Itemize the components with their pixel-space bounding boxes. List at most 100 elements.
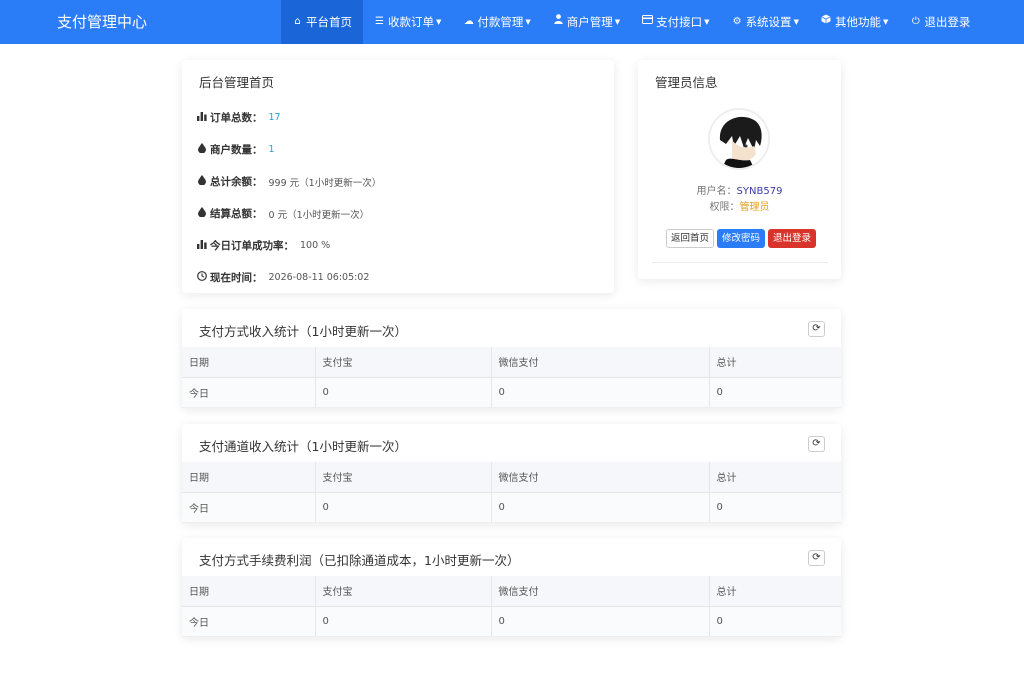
stat-merchant-count: 商户数量： 1 xyxy=(196,142,275,157)
stat-value[interactable]: 1 xyxy=(269,144,275,155)
table-header-row: 日期 支付宝 微信支付 总计 xyxy=(182,347,841,378)
column-header: 支付宝 xyxy=(315,347,492,378)
caret-down-icon: ▼ xyxy=(614,18,621,26)
refresh-icon: ⟳ xyxy=(812,438,821,449)
nav-label: 平台首页 xyxy=(306,15,352,29)
nav-label: 支付接口 xyxy=(656,15,703,29)
payment-method-income-panel: 支付方式收入统计（1小时更新一次） ⟳ 日期 支付宝 微信支付 总计 今日 0 … xyxy=(182,309,841,408)
stat-label: 现在时间： xyxy=(210,272,263,284)
panel-title: 支付通道收入统计（1小时更新一次） xyxy=(199,439,407,454)
stat-label: 总计余额： xyxy=(210,176,263,188)
table-cell: 0 xyxy=(709,492,841,523)
nav-label: 商户管理 xyxy=(566,15,613,29)
caret-down-icon: ▼ xyxy=(793,18,799,26)
nav-label: 系统设置 xyxy=(745,15,792,29)
refresh-button[interactable]: ⟳ xyxy=(808,550,825,566)
table-cell: 0 xyxy=(491,606,710,637)
clock-icon xyxy=(196,271,208,284)
table-cell: 0 xyxy=(315,606,492,637)
avatar xyxy=(708,108,770,170)
column-header: 日期 xyxy=(182,462,316,493)
table-cell: 0 xyxy=(315,377,492,408)
user-icon xyxy=(553,0,564,44)
nav-item-other[interactable]: 其他功能 ▼ xyxy=(810,0,899,44)
income-table: 日期 支付宝 微信支付 总计 今日 0 0 0 xyxy=(182,347,841,408)
column-header: 日期 xyxy=(182,347,316,378)
table-header-row: 日期 支付宝 微信支付 总计 xyxy=(182,576,841,607)
column-header: 微信支付 xyxy=(491,347,710,378)
table-cell: 0 xyxy=(709,377,841,408)
column-header: 总计 xyxy=(709,576,841,607)
column-header: 总计 xyxy=(709,347,841,378)
nav-item-merchants[interactable]: 商户管理 ▼ xyxy=(542,0,631,44)
role-value: 管理员 xyxy=(739,202,770,213)
bar-chart-icon xyxy=(196,239,208,252)
stat-total-balance: 总计余额： 999 元（1小时更新一次） xyxy=(196,174,381,189)
caret-down-icon: ▼ xyxy=(436,18,442,26)
stat-label: 订单总数： xyxy=(210,112,263,124)
role-label: 权限： xyxy=(709,202,740,213)
table-cell: 今日 xyxy=(182,377,316,408)
panel-title: 管理员信息 xyxy=(655,75,718,90)
nav-item-orders[interactable]: ☰ 收款订单 ▼ xyxy=(363,0,452,44)
stat-label: 今日订单成功率： xyxy=(210,240,294,252)
refresh-icon: ⟳ xyxy=(812,552,821,563)
caret-down-icon: ▼ xyxy=(882,18,889,26)
channel-income-panel: 支付通道收入统计（1小时更新一次） ⟳ 日期 支付宝 微信支付 总计 今日 0 … xyxy=(182,424,841,523)
nav-item-interfaces[interactable]: 支付接口 ▼ xyxy=(631,0,720,44)
nav-item-settings[interactable]: ⚙ 系统设置 ▼ xyxy=(721,0,810,44)
table-cell: 今日 xyxy=(182,606,316,637)
home-stats-panel: 后台管理首页 订单总数： 17 商户数量： 1 总计余额： 999 元（1小时更… xyxy=(182,60,614,293)
drop-icon xyxy=(196,207,208,220)
stat-label: 结算总额： xyxy=(210,208,263,220)
nav-item-home[interactable]: ⌂ 平台首页 xyxy=(281,0,363,44)
card-icon xyxy=(642,0,654,44)
change-password-button[interactable]: 修改密码 xyxy=(717,229,766,248)
nav-label: 退出登录 xyxy=(924,15,971,29)
home-icon: ⌂ xyxy=(294,16,301,27)
cube-icon xyxy=(821,0,832,44)
income-table: 日期 支付宝 微信支付 总计 今日 0 0 0 xyxy=(182,462,841,523)
back-home-button[interactable]: 返回首页 xyxy=(666,229,715,248)
stat-value: 999 元（1小时更新一次） xyxy=(268,177,382,189)
list-icon: ☰ xyxy=(375,16,384,27)
stat-order-count: 订单总数： 17 xyxy=(196,110,281,125)
profit-table: 日期 支付宝 微信支付 总计 今日 0 0 0 xyxy=(182,576,841,637)
divider xyxy=(652,262,828,263)
logout-button[interactable]: 退出登录 xyxy=(768,229,817,248)
admin-info-panel: 管理员信息 用户名：SYNB579 权限：管理员 返回首页 修改密码 退出登录 xyxy=(638,60,841,279)
refresh-icon: ⟳ xyxy=(812,323,821,334)
username-line: 用户名：SYNB579 xyxy=(638,182,841,197)
table-header-row: 日期 支付宝 微信支付 总计 xyxy=(182,462,841,493)
nav-item-logout[interactable]: ⏻ 退出登录 xyxy=(899,0,981,44)
table-row: 今日 0 0 0 xyxy=(182,377,841,408)
caret-down-icon: ▼ xyxy=(525,18,531,26)
table-cell: 0 xyxy=(491,377,710,408)
refresh-button[interactable]: ⟳ xyxy=(808,436,825,452)
stat-value[interactable]: 17 xyxy=(269,112,281,123)
drop-icon xyxy=(196,143,208,156)
refresh-button[interactable]: ⟳ xyxy=(808,321,825,337)
table-cell: 今日 xyxy=(182,492,316,523)
stat-value: 100 % xyxy=(300,240,331,251)
caret-down-icon: ▼ xyxy=(704,18,710,26)
top-navbar: 支付管理中心 ⌂ 平台首页 ☰ 收款订单 ▼ ☁ 付款管理 ▼ 商户管理 ▼ 支 xyxy=(0,0,1024,44)
stat-current-time: 现在时间： 2026-08-11 06:05:02 xyxy=(196,270,369,285)
column-header: 支付宝 xyxy=(315,576,492,607)
column-header: 日期 xyxy=(182,576,316,607)
nav-label: 收款订单 xyxy=(388,15,434,29)
role-line: 权限：管理员 xyxy=(638,198,841,213)
main-nav: ⌂ 平台首页 ☰ 收款订单 ▼ ☁ 付款管理 ▼ 商户管理 ▼ 支付接口 ▼ ⚙… xyxy=(281,0,981,44)
table-row: 今日 0 0 0 xyxy=(182,606,841,637)
column-header: 总计 xyxy=(709,462,841,493)
column-header: 支付宝 xyxy=(315,462,492,493)
table-cell: 0 xyxy=(315,492,492,523)
nav-item-payments[interactable]: ☁ 付款管理 ▼ xyxy=(452,0,541,44)
panel-title: 后台管理首页 xyxy=(199,75,275,90)
table-cell: 0 xyxy=(709,606,841,637)
table-row: 今日 0 0 0 xyxy=(182,492,841,523)
brand-title[interactable]: 支付管理中心 xyxy=(57,0,147,44)
table-cell: 0 xyxy=(491,492,710,523)
stat-settlement-total: 结算总额： 0 元（1小时更新一次） xyxy=(196,206,369,221)
column-header: 微信支付 xyxy=(491,576,710,607)
